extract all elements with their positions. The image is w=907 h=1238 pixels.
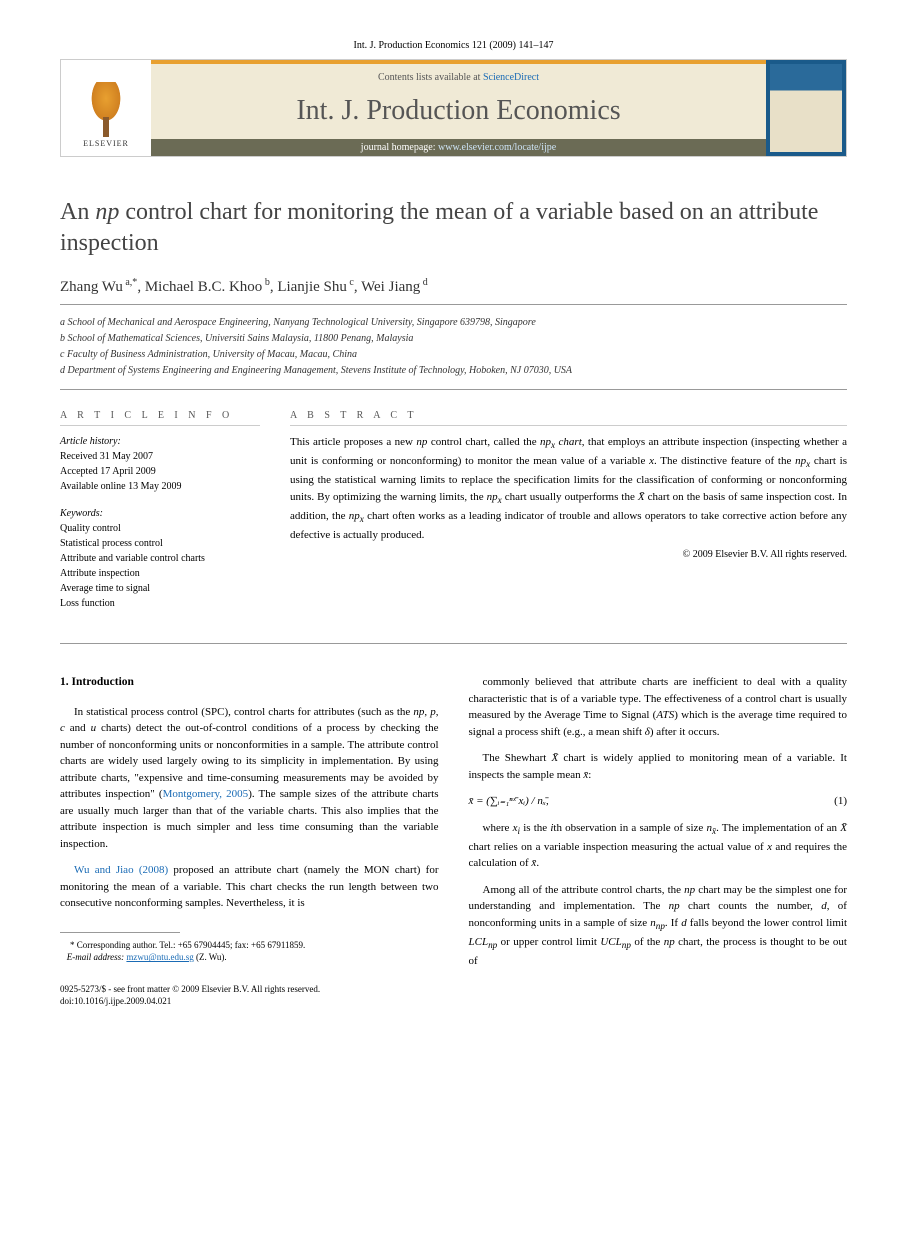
authors-line: Zhang Wu a,*, Michael B.C. Khoo b, Lianj…: [60, 277, 847, 305]
body-paragraph: Among all of the attribute control chart…: [469, 882, 848, 969]
affiliations: a School of Mechanical and Aerospace Eng…: [60, 315, 847, 390]
author-email-link[interactable]: mzwu@ntu.edu.sg: [126, 952, 193, 962]
body-paragraph: where xi is the ith observation in a sam…: [469, 820, 848, 872]
journal-cover-thumb: [766, 60, 846, 156]
abstract-label: A B S T R A C T: [290, 410, 847, 426]
journal-homepage-bar: journal homepage: www.elsevier.com/locat…: [151, 139, 766, 156]
body-column-right: commonly believed that attribute charts …: [469, 674, 848, 1007]
publisher-logo-box: ELSEVIER: [61, 60, 151, 156]
equation-1: x̄ = (∑ᵢ₌₁ⁿˣ̄ xᵢ) / nₓ̄, (1): [469, 793, 848, 810]
abstract-copyright: © 2009 Elsevier B.V. All rights reserved…: [290, 549, 847, 560]
corresponding-author-footnote: * Corresponding author. Tel.: +65 679044…: [60, 939, 439, 964]
affiliation-d: d Department of Systems Engineering and …: [60, 363, 847, 378]
abstract-text: This article proposes a new np control c…: [290, 434, 847, 543]
cover-image-icon: [770, 64, 842, 152]
body-two-column: 1. Introduction In statistical process c…: [60, 674, 847, 1007]
affiliation-c: c Faculty of Business Administration, Un…: [60, 347, 847, 362]
footnote-separator: [60, 932, 180, 933]
elsevier-tree-icon: [81, 82, 131, 137]
journal-name: Int. J. Production Economics: [171, 95, 746, 127]
article-title: An np control chart for monitoring the m…: [60, 197, 847, 259]
info-abstract-row: A R T I C L E I N F O Article history: R…: [60, 410, 847, 644]
body-paragraph: In statistical process control (SPC), co…: [60, 704, 439, 853]
body-column-left: 1. Introduction In statistical process c…: [60, 674, 439, 1007]
elsevier-logo: ELSEVIER: [71, 68, 141, 148]
body-paragraph: Wu and Jiao (2008) proposed an attribute…: [60, 862, 439, 912]
abstract-column: A B S T R A C T This article proposes a …: [290, 410, 847, 623]
article-info-column: A R T I C L E I N F O Article history: R…: [60, 410, 260, 623]
running-header: Int. J. Production Economics 121 (2009) …: [60, 40, 847, 51]
article-history-block: Article history: Received 31 May 2007 Ac…: [60, 434, 260, 494]
journal-homepage-link[interactable]: www.elsevier.com/locate/ijpe: [438, 142, 556, 153]
affiliation-b: b School of Mathematical Sciences, Unive…: [60, 331, 847, 346]
page-footer: 0925-5273/$ - see front matter © 2009 El…: [60, 984, 439, 1007]
affiliation-a: a School of Mechanical and Aerospace Eng…: [60, 315, 847, 330]
masthead-center: Contents lists available at ScienceDirec…: [151, 60, 766, 156]
sciencedirect-link[interactable]: ScienceDirect: [483, 72, 539, 83]
contents-available-line: Contents lists available at ScienceDirec…: [171, 72, 746, 83]
body-paragraph: commonly believed that attribute charts …: [469, 674, 848, 740]
body-paragraph: The Shewhart X̄ chart is widely applied …: [469, 750, 848, 783]
article-info-label: A R T I C L E I N F O: [60, 410, 260, 426]
journal-masthead: ELSEVIER Contents lists available at Sci…: [60, 59, 847, 157]
section-1-heading: 1. Introduction: [60, 674, 439, 691]
keywords-block: Keywords: Quality control Statistical pr…: [60, 506, 260, 611]
